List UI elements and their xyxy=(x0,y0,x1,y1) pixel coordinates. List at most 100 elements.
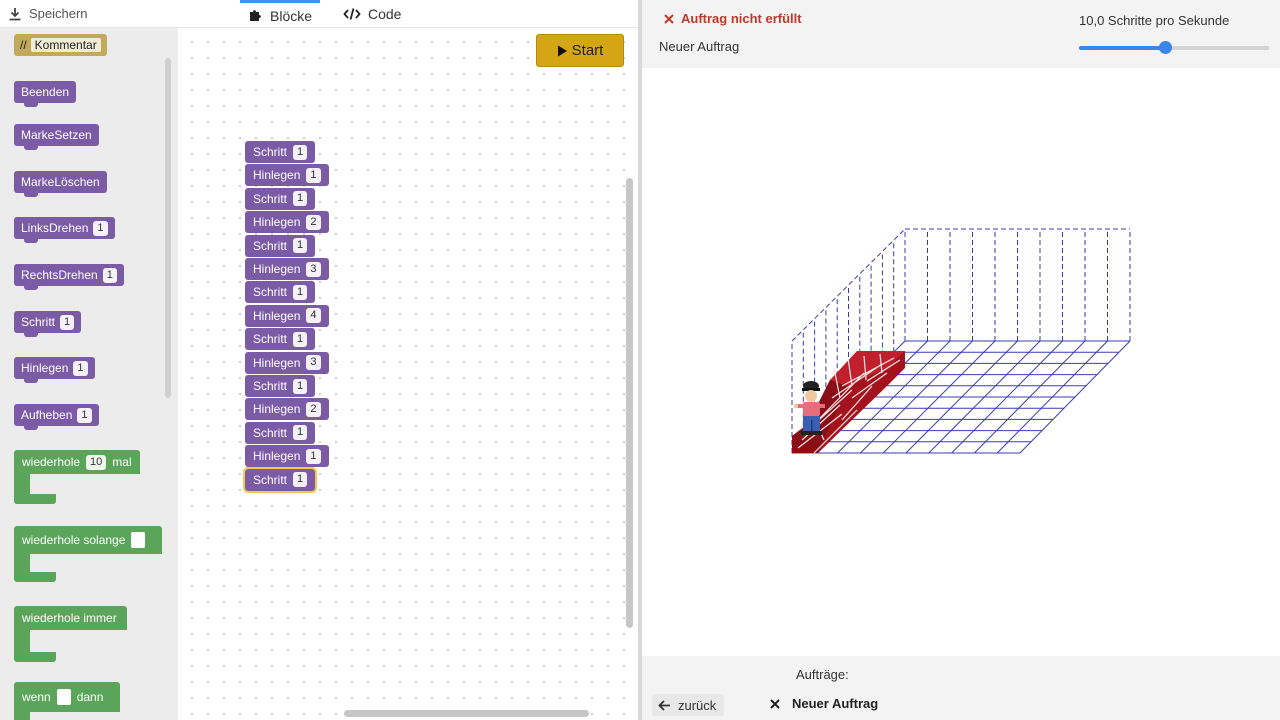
toolbox-block-rechtsdrehen[interactable]: RechtsDrehen 1 xyxy=(14,264,124,290)
toolbox-block-label: RechtsDrehen xyxy=(21,268,98,282)
program-block-value[interactable]: 3 xyxy=(306,355,321,371)
comment-prefix: // xyxy=(20,38,27,52)
if-then-head: wenn dann xyxy=(14,682,120,712)
save-button[interactable]: Speichern xyxy=(8,6,88,21)
puzzle-icon xyxy=(250,10,261,21)
program-block[interactable]: Hinlegen 1 xyxy=(245,445,329,468)
toolbox-block-label: Beenden xyxy=(21,85,70,99)
program-block-value[interactable]: 3 xyxy=(306,261,321,277)
condition-slot[interactable] xyxy=(131,532,146,548)
task-item-label: Neuer Auftrag xyxy=(792,696,879,711)
program-block[interactable]: Schritt 1 xyxy=(245,141,316,163)
program-block-label: Schritt xyxy=(253,332,288,347)
toolbox-block-value[interactable]: 1 xyxy=(93,220,108,236)
program-block[interactable]: Schritt 1 xyxy=(242,466,318,493)
toolbox-block-if-then[interactable]: wenn dann xyxy=(14,682,120,720)
speed-slider-thumb[interactable] xyxy=(1158,41,1172,54)
repeat-n-label: wiederhole xyxy=(22,455,81,469)
repeat-forever-arm xyxy=(14,630,30,654)
program-block-value[interactable]: 1 xyxy=(293,331,308,347)
world-header: Auftrag nicht erfüllt Neuer Auftrag 10,0… xyxy=(642,0,1280,68)
toolbox-block-hinlegen[interactable]: Hinlegen 1 xyxy=(14,357,95,383)
block-workspace[interactable]: Start Schritt 1 Hinlegen 1 Schritt 1 Hinlegen 2… xyxy=(178,28,638,720)
toolbox-block-value[interactable]: 1 xyxy=(60,314,75,330)
back-button[interactable]: zurück xyxy=(652,694,724,716)
program-block-value[interactable]: 1 xyxy=(306,167,321,183)
program-block[interactable]: Schritt 1 xyxy=(245,421,316,444)
toolbox-block-label: MarkeSetzen xyxy=(21,128,92,142)
toolbox-block-repeat-forever[interactable]: wiederhole immer xyxy=(14,606,127,662)
repeat-n-count[interactable]: 10 xyxy=(86,454,107,470)
workspace-vertical-scrollbar[interactable] xyxy=(626,178,633,628)
if-then-label: wenn xyxy=(22,690,51,704)
repeat-forever-foot xyxy=(14,652,56,662)
program-block[interactable]: Schritt 1 xyxy=(245,234,316,257)
play-icon xyxy=(557,45,567,56)
toolbox-comment-block[interactable]: // Kommentar xyxy=(14,34,107,56)
workspace-horizontal-scrollbar[interactable] xyxy=(344,710,589,717)
toolbox-block-aufheben[interactable]: Aufheben 1 xyxy=(14,404,99,430)
start-button[interactable]: Start xyxy=(536,34,624,67)
program-block-value[interactable]: 1 xyxy=(306,448,321,464)
program-block-value[interactable]: 1 xyxy=(293,378,308,394)
toolbox-block-label: Aufheben xyxy=(21,408,73,422)
toolbox-block-value[interactable]: 1 xyxy=(102,267,117,283)
toolbox-block-value[interactable]: 1 xyxy=(73,360,88,376)
program-block[interactable]: Schritt 1 xyxy=(245,281,316,304)
program-block[interactable]: Hinlegen 3 xyxy=(245,258,329,280)
program-block-value[interactable]: 2 xyxy=(306,214,321,230)
program-block-label: Schritt xyxy=(253,285,288,300)
program-block[interactable]: Hinlegen 3 xyxy=(245,351,329,374)
toolbox-block-repeat-while[interactable]: wiederhole solange xyxy=(14,526,162,584)
back-label: zurück xyxy=(678,697,717,713)
program-block-value[interactable]: 4 xyxy=(306,308,321,324)
comment-label: Kommentar xyxy=(30,38,101,52)
toolbox-block-linksdrehen[interactable]: LinksDrehen 1 xyxy=(14,217,115,243)
program-block-label: Hinlegen xyxy=(253,168,301,183)
robot-arm-right xyxy=(820,404,825,408)
program-block-label: Schritt xyxy=(253,472,288,487)
close-icon xyxy=(770,698,780,709)
robot-leg-gap xyxy=(811,420,813,431)
speed-label: 10,0 Schritte pro Sekunde xyxy=(1079,13,1230,28)
repeat-n-foot xyxy=(14,494,56,504)
tab-code[interactable]: Code xyxy=(343,0,401,28)
task-item[interactable]: Neuer Auftrag xyxy=(770,696,878,711)
program-block[interactable]: Hinlegen 4 xyxy=(245,304,329,327)
toolbox-scrollbar[interactable] xyxy=(165,58,171,398)
condition-slot[interactable] xyxy=(56,689,71,705)
repeat-forever-head: wiederhole immer xyxy=(14,606,127,630)
toolbox-block-repeat-n[interactable]: wiederhole 10 mal xyxy=(14,450,140,504)
program-block-value[interactable]: 1 xyxy=(293,144,308,160)
editor-topbar: Speichern Blöcke Code xyxy=(0,0,640,28)
program-block-label: Schritt xyxy=(253,238,288,253)
program-block-label: Schritt xyxy=(253,379,288,393)
program-block[interactable]: Schritt 1 xyxy=(245,375,316,397)
program-block-label: Hinlegen xyxy=(253,355,301,370)
program-block-value[interactable]: 2 xyxy=(306,401,321,417)
program-block-value[interactable]: 1 xyxy=(293,472,308,488)
program-block[interactable]: Hinlegen 2 xyxy=(245,211,329,234)
program-block[interactable]: Schritt 1 xyxy=(245,328,316,351)
program-block-label: Hinlegen xyxy=(253,215,301,230)
block-toolbox: // Kommentar Beenden MarkeSetzen MarkeLö… xyxy=(0,28,178,720)
program-block[interactable]: Schritt 1 xyxy=(245,187,316,210)
toolbox-block-label: LinksDrehen xyxy=(21,221,89,235)
program-block-value[interactable]: 1 xyxy=(293,191,308,207)
speed-slider[interactable] xyxy=(1079,41,1269,54)
program-block[interactable]: Hinlegen 2 xyxy=(245,398,329,421)
app: Speichern Blöcke Code // Kommentar Beend… xyxy=(0,0,1280,720)
toolbox-block-markesetzen[interactable]: MarkeSetzen xyxy=(14,124,99,150)
toolbox-block-value[interactable]: 1 xyxy=(77,407,92,423)
program-block[interactable]: Hinlegen 1 xyxy=(245,164,329,187)
toolbox-block-markeloeschen[interactable]: MarkeLöschen xyxy=(14,171,107,197)
program-block-label: Hinlegen xyxy=(253,402,301,417)
program-block-value[interactable]: 1 xyxy=(293,238,308,254)
robot-torso xyxy=(803,402,820,416)
tab-blocks[interactable]: Blöcke xyxy=(240,0,320,28)
toolbox-block-schritt[interactable]: Schritt 1 xyxy=(14,311,82,337)
toolbox-block-beenden[interactable]: Beenden xyxy=(14,81,77,107)
program-block-value[interactable]: 1 xyxy=(293,284,308,300)
toolbox-block-label: Schritt xyxy=(21,315,56,329)
program-block-value[interactable]: 1 xyxy=(293,425,308,441)
